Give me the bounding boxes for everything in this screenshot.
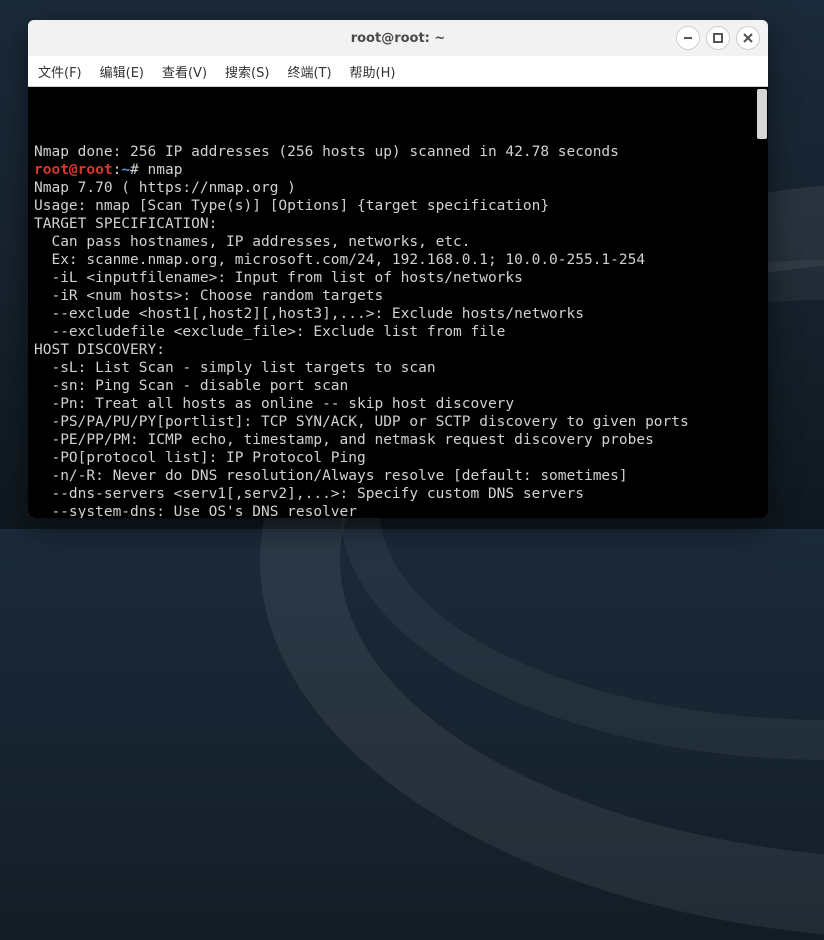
terminal-line: -n/-R: Never do DNS resolution/Always re… <box>34 467 762 485</box>
titlebar[interactable]: root@root: ~ <box>28 20 768 56</box>
minimize-icon <box>683 33 693 43</box>
menu-view[interactable]: 查看(V) <box>160 58 209 85</box>
terminal-line: TARGET SPECIFICATION: <box>34 215 762 233</box>
close-button[interactable] <box>736 26 760 50</box>
terminal-line: -sL: List Scan - simply list targets to … <box>34 359 762 377</box>
menubar: 文件(F) 编辑(E) 查看(V) 搜索(S) 终端(T) 帮助(H) <box>28 56 768 87</box>
terminal-line: Nmap 7.70 ( https://nmap.org ) <box>34 179 762 197</box>
terminal-line: -Pn: Treat all hosts as online -- skip h… <box>34 395 762 413</box>
terminal-line: Nmap done: 256 IP addresses (256 hosts u… <box>34 143 762 161</box>
terminal-line: --exclude <host1[,host2][,host3],...>: E… <box>34 305 762 323</box>
terminal-line: -iR <num hosts>: Choose random targets <box>34 287 762 305</box>
scrollbar[interactable] <box>756 87 768 518</box>
terminal-line: -sn: Ping Scan - disable port scan <box>34 377 762 395</box>
terminal-line: -PE/PP/PM: ICMP echo, timestamp, and net… <box>34 431 762 449</box>
terminal-line: -PS/PA/PU/PY[portlist]: TCP SYN/ACK, UDP… <box>34 413 762 431</box>
terminal-line: --dns-servers <serv1[,serv2],...>: Speci… <box>34 485 762 503</box>
terminal-line: HOST DISCOVERY: <box>34 341 762 359</box>
close-icon <box>743 33 753 43</box>
menu-search[interactable]: 搜索(S) <box>223 58 271 85</box>
terminal-line: Usage: nmap [Scan Type(s)] [Options] {ta… <box>34 197 762 215</box>
terminal-line: root@root:~# nmap <box>34 161 762 179</box>
maximize-icon <box>713 33 723 43</box>
terminal-line: Ex: scanme.nmap.org, microsoft.com/24, 1… <box>34 251 762 269</box>
maximize-button[interactable] <box>706 26 730 50</box>
scrollbar-thumb[interactable] <box>757 89 767 139</box>
window-title: root@root: ~ <box>351 31 446 46</box>
terminal-line: --system-dns: Use OS's DNS resolver <box>34 503 762 518</box>
menu-terminal[interactable]: 终端(T) <box>285 58 333 85</box>
terminal-output[interactable]: Nmap done: 256 IP addresses (256 hosts u… <box>28 87 768 518</box>
terminal-window: root@root: ~ 文件(F) 编辑(E) 查看(V) 搜索(S) 终端(… <box>28 20 768 518</box>
terminal-line: -PO[protocol list]: IP Protocol Ping <box>34 449 762 467</box>
minimize-button[interactable] <box>676 26 700 50</box>
terminal-line: --excludefile <exclude_file>: Exclude li… <box>34 323 762 341</box>
window-controls <box>676 26 760 50</box>
menu-edit[interactable]: 编辑(E) <box>98 58 146 85</box>
menu-file[interactable]: 文件(F) <box>36 58 84 85</box>
menu-help[interactable]: 帮助(H) <box>348 58 398 85</box>
terminal-line: Can pass hostnames, IP addresses, networ… <box>34 233 762 251</box>
terminal-line: -iL <inputfilename>: Input from list of … <box>34 269 762 287</box>
